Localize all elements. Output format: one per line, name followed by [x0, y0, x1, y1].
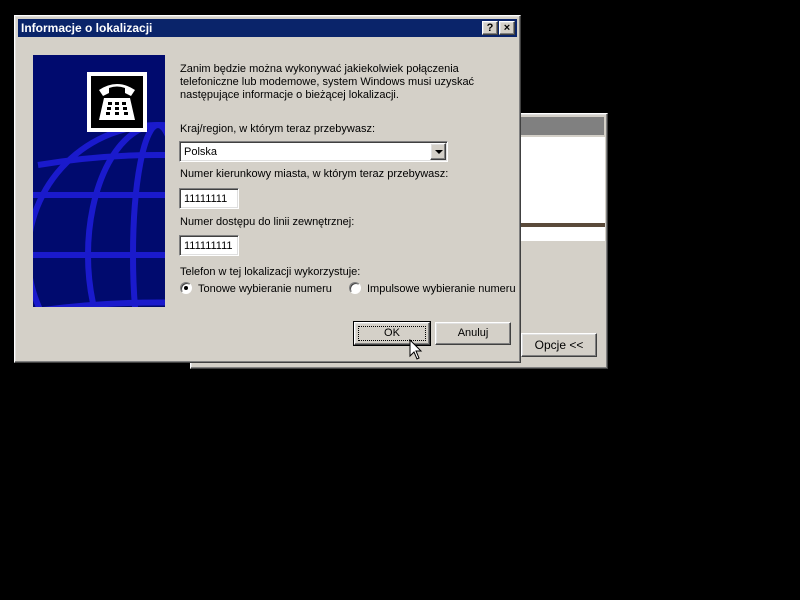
country-label: Kraj/region, w którym teraz przebywasz:: [180, 123, 376, 135]
area-code-value: 11111111: [184, 193, 228, 205]
country-dropdown[interactable]: Polska: [179, 141, 448, 162]
dialing-type-label: Telefon w tej lokalizacji wykorzystuje:: [180, 266, 361, 278]
telephone-icon: [91, 76, 143, 128]
country-value: Polska: [184, 146, 218, 158]
tone-dialing-radio[interactable]: [180, 282, 192, 294]
dialog-title: Informacje o lokalizacji: [21, 21, 153, 35]
pulse-dialing-radio[interactable]: [349, 282, 361, 294]
outside-line-label: Numer dostępu do linii zewnętrznej:: [180, 216, 355, 228]
help-button[interactable]: ?: [482, 21, 498, 35]
wizard-globe-image: [33, 55, 165, 307]
telephone-icon-box: [87, 72, 147, 132]
options-button[interactable]: Opcje <<: [521, 333, 597, 357]
area-code-label: Numer kierunkowy miasta, w którym teraz …: [180, 168, 449, 180]
dialog-titlebar[interactable]: Informacje o lokalizacji ? ×: [18, 19, 517, 37]
cancel-button[interactable]: Anuluj: [435, 322, 511, 345]
outside-line-value: 111111111: [184, 240, 233, 252]
pulse-dialing-label[interactable]: Impulsowe wybieranie numeru: [367, 283, 516, 296]
area-code-field[interactable]: 11111111: [179, 188, 239, 209]
intro-text: Zanim będzie można wykonywać jakiekolwie…: [180, 63, 475, 101]
location-info-dialog: Informacje o lokalizacji ? × Zanim będzi…: [14, 15, 521, 363]
chevron-down-icon[interactable]: [430, 143, 446, 160]
mouse-cursor-icon: [409, 339, 423, 360]
close-button[interactable]: ×: [499, 21, 515, 35]
tone-dialing-label[interactable]: Tonowe wybieranie numeru: [198, 283, 332, 296]
outside-line-field[interactable]: 111111111: [179, 235, 239, 256]
